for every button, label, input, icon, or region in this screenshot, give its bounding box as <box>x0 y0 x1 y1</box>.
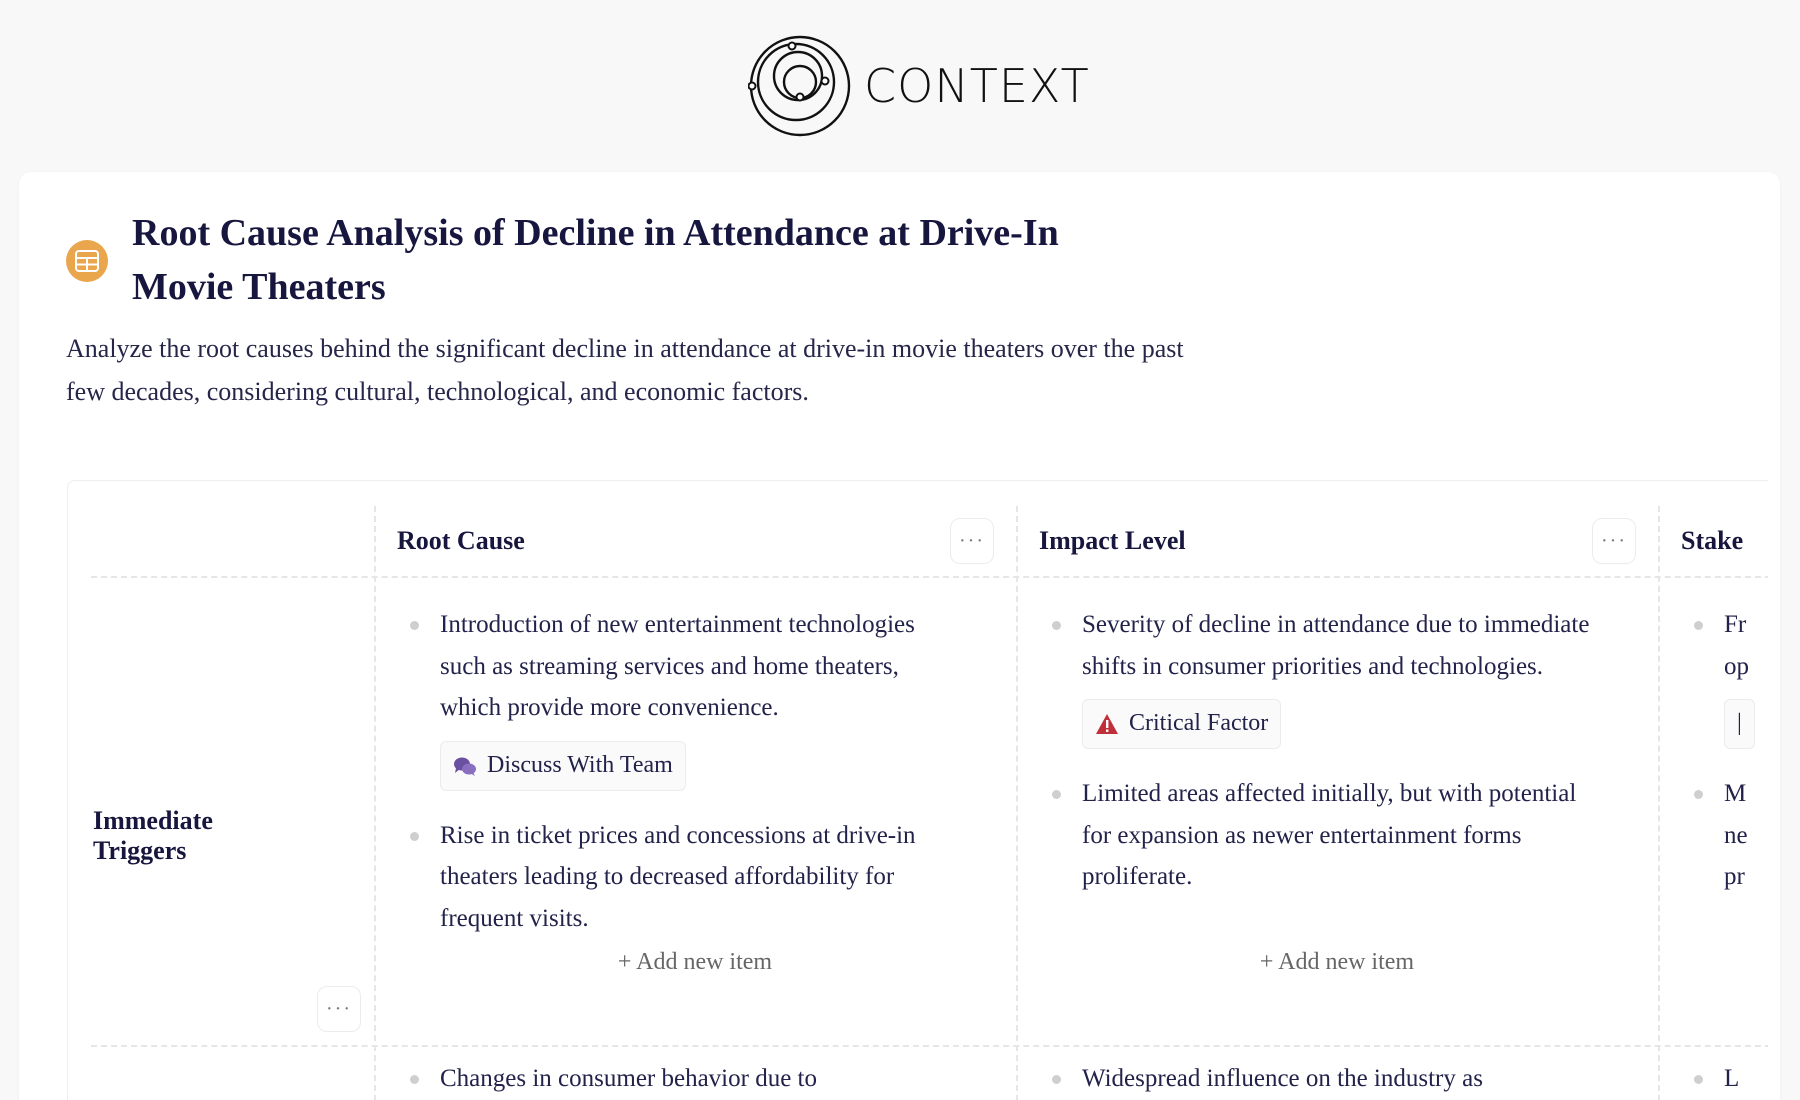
column-divider <box>374 506 376 1100</box>
list-item[interactable]: Changes in consumer behavior due to <box>397 1062 957 1096</box>
column-menu-button[interactable]: ··· <box>1592 518 1636 564</box>
page-title: Root Cause Analysis of Decline in Attend… <box>132 212 1059 308</box>
analysis-table: Root Cause ··· Impact Level ··· Stake Im… <box>67 480 1768 1100</box>
column-header-impact-level: Impact Level <box>1039 526 1186 555</box>
brand-logo: CONTEXT <box>748 34 1090 138</box>
header-divider <box>91 576 1768 578</box>
list-item[interactable]: Rise in ticket prices and concessions at… <box>397 815 957 940</box>
plus-icon: + <box>1259 949 1279 975</box>
tag[interactable]: | <box>1724 699 1755 749</box>
analysis-card: Root Cause Analysis of Decline in Attend… <box>19 172 1780 1100</box>
list-item[interactable]: Widespread influence on the industry as <box>1039 1062 1599 1096</box>
add-new-item-button[interactable]: + Add new item <box>1016 949 1658 976</box>
list-item[interactable]: Introduction of new entertainment techno… <box>397 604 957 795</box>
table-grid-icon <box>66 240 108 282</box>
context-logo-icon <box>748 35 851 137</box>
row-divider <box>91 1045 1768 1047</box>
list-item[interactable]: L <box>1681 1062 1756 1096</box>
row-label: Immediate Triggers <box>93 806 213 865</box>
column-divider <box>1658 506 1660 1100</box>
plus-icon: + <box>617 949 637 975</box>
brand-name: CONTEXT <box>864 59 1090 113</box>
list-item[interactable]: Limited areas affected initially, but wi… <box>1039 773 1599 898</box>
warning-triangle-icon <box>1096 714 1118 734</box>
column-header-root-cause: Root Cause <box>397 526 525 555</box>
list-item[interactable]: M ne pr <box>1681 773 1756 898</box>
critical-tag[interactable]: Critical Factor <box>1082 699 1282 749</box>
table-cell: Introduction of new entertainment techno… <box>397 604 957 959</box>
table-cell: L <box>1681 1062 1768 1100</box>
table-cell: Changes in consumer behavior due to <box>397 1062 957 1100</box>
column-divider <box>1016 506 1018 1100</box>
list-item[interactable]: Fr op | <box>1681 604 1756 753</box>
add-new-item-button[interactable]: + Add new item <box>374 949 1016 976</box>
column-header-stakeholders: Stake <box>1681 526 1744 555</box>
column-menu-button[interactable]: ··· <box>950 518 994 564</box>
list-item[interactable]: Severity of decline in attendance due to… <box>1039 604 1599 753</box>
table-cell: Widespread influence on the industry as <box>1039 1062 1599 1100</box>
table-cell: Fr op | M ne pr <box>1681 604 1768 918</box>
table-cell: Severity of decline in attendance due to… <box>1039 604 1599 918</box>
discuss-tag[interactable]: Discuss With Team <box>440 740 686 791</box>
row-menu-button[interactable]: ··· <box>317 986 361 1032</box>
page-description: Analyze the root causes behind the signi… <box>66 334 1184 406</box>
chat-bubbles-icon <box>454 757 476 776</box>
